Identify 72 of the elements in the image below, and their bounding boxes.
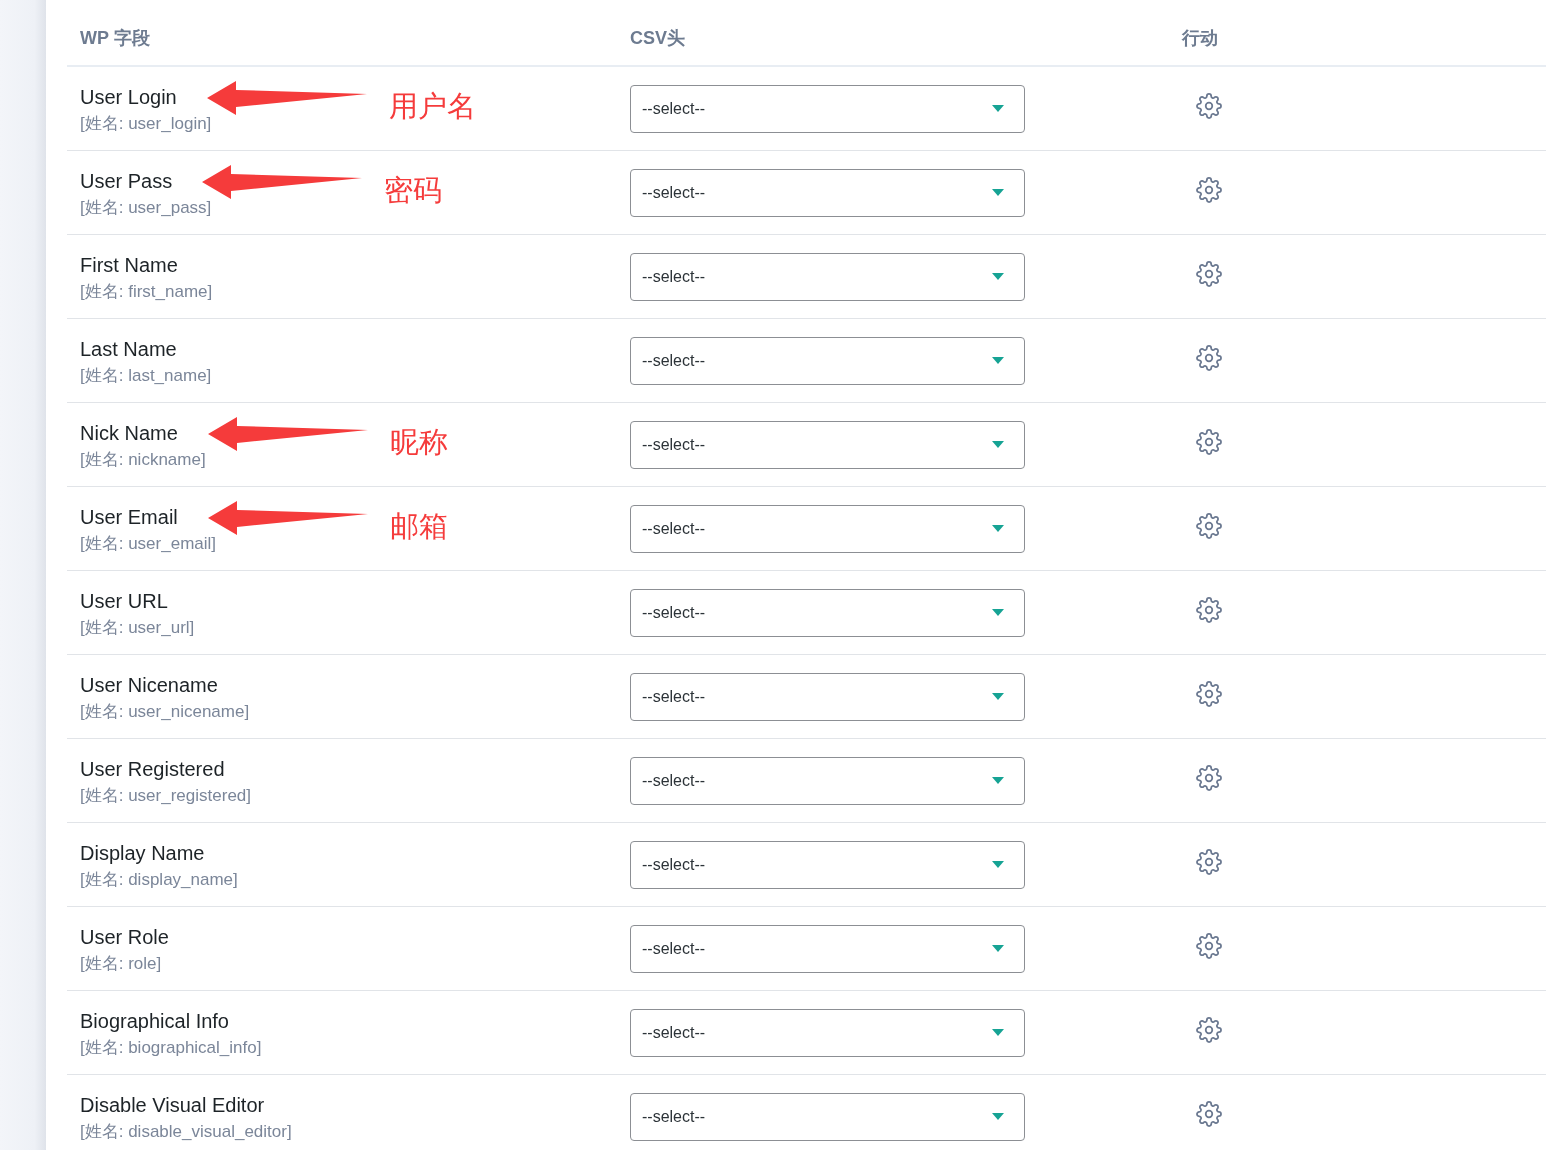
- caret-icon: [992, 693, 1004, 700]
- field-name: User Role: [80, 924, 169, 949]
- settings-icon[interactable]: [1195, 511, 1223, 540]
- field-name: User Registered: [80, 756, 225, 781]
- field-key: [姓名: first_name]: [80, 280, 213, 303]
- settings-icon[interactable]: [1195, 595, 1223, 624]
- field-name: Disable Visual Editor: [80, 1092, 265, 1117]
- caret-icon: [992, 1113, 1004, 1120]
- field-name: User Login: [80, 84, 177, 109]
- caret-icon: [992, 861, 1004, 868]
- column-header: WP 字段: [80, 27, 150, 48]
- settings-icon[interactable]: [1195, 343, 1223, 372]
- field-name: Last Name: [80, 336, 177, 361]
- field-name: User Pass: [80, 168, 173, 193]
- column-header: CSV头: [630, 27, 685, 48]
- caret-icon: [992, 609, 1004, 616]
- select-field[interactable]: --select--: [630, 336, 1025, 385]
- select-field[interactable]: --select--: [630, 420, 1025, 469]
- field-name: User Nicename: [80, 672, 218, 697]
- settings-icon[interactable]: [1195, 931, 1223, 960]
- select-field[interactable]: --select--: [630, 588, 1025, 637]
- select-field[interactable]: --select--: [630, 840, 1025, 889]
- annotation-label: 密码: [384, 172, 443, 207]
- caret-icon: [992, 525, 1004, 532]
- field-name: Display Name: [80, 840, 205, 865]
- select-field[interactable]: --select--: [630, 504, 1025, 553]
- settings-icon[interactable]: [1195, 847, 1223, 876]
- annotation-label: 昵称: [389, 424, 448, 459]
- caret-icon: [992, 273, 1004, 280]
- settings-icon[interactable]: [1195, 175, 1223, 204]
- field-key: [姓名: user_nicename]: [80, 700, 250, 723]
- field-name: Nick Name: [80, 420, 178, 445]
- field-name: User URL: [80, 588, 168, 613]
- field-key: [姓名: user_login]: [80, 112, 212, 135]
- field-key: [姓名: display_name]: [80, 868, 238, 891]
- select-field[interactable]: --select--: [630, 924, 1025, 973]
- settings-icon[interactable]: [1195, 1015, 1223, 1044]
- select-field[interactable]: --select--: [630, 84, 1025, 133]
- select-field[interactable]: --select--: [630, 1092, 1025, 1141]
- field-name: First Name: [80, 252, 178, 277]
- field-name: Biographical Info: [80, 1008, 229, 1033]
- caret-icon: [992, 105, 1004, 112]
- field-key: [姓名: role]: [80, 952, 162, 975]
- caret-icon: [992, 1029, 1004, 1036]
- annotation-label: 邮箱: [389, 508, 448, 543]
- settings-icon[interactable]: [1195, 427, 1223, 456]
- caret-icon: [992, 441, 1004, 448]
- caret-icon: [992, 945, 1004, 952]
- field-key: [姓名: biographical_info]: [80, 1036, 262, 1059]
- field-key: [姓名: disable_visual_editor]: [80, 1120, 292, 1143]
- settings-icon[interactable]: [1195, 91, 1223, 120]
- settings-icon[interactable]: [1195, 679, 1223, 708]
- field-name: User Email: [80, 504, 178, 529]
- caret-icon: [992, 357, 1004, 364]
- select-field[interactable]: --select--: [630, 168, 1025, 217]
- settings-icon[interactable]: [1195, 1099, 1223, 1128]
- select-field[interactable]: --select--: [630, 672, 1025, 721]
- field-key: [姓名: user_url]: [80, 616, 195, 639]
- column-header: 行动: [1182, 27, 1218, 48]
- field-key: [姓名: nickname]: [80, 448, 206, 471]
- field-key: [姓名: last_name]: [80, 364, 212, 387]
- select-field[interactable]: --select--: [630, 252, 1025, 301]
- caret-icon: [992, 777, 1004, 784]
- annotation-label: 用户名: [388, 88, 476, 123]
- caret-icon: [992, 189, 1004, 196]
- field-key: [姓名: user_registered]: [80, 784, 251, 807]
- settings-icon[interactable]: [1195, 259, 1223, 288]
- select-field[interactable]: --select--: [630, 1008, 1025, 1057]
- field-key: [姓名: user_email]: [80, 532, 217, 555]
- settings-icon[interactable]: [1195, 763, 1223, 792]
- select-field[interactable]: --select--: [630, 756, 1025, 805]
- field-key: [姓名: user_pass]: [80, 196, 212, 219]
